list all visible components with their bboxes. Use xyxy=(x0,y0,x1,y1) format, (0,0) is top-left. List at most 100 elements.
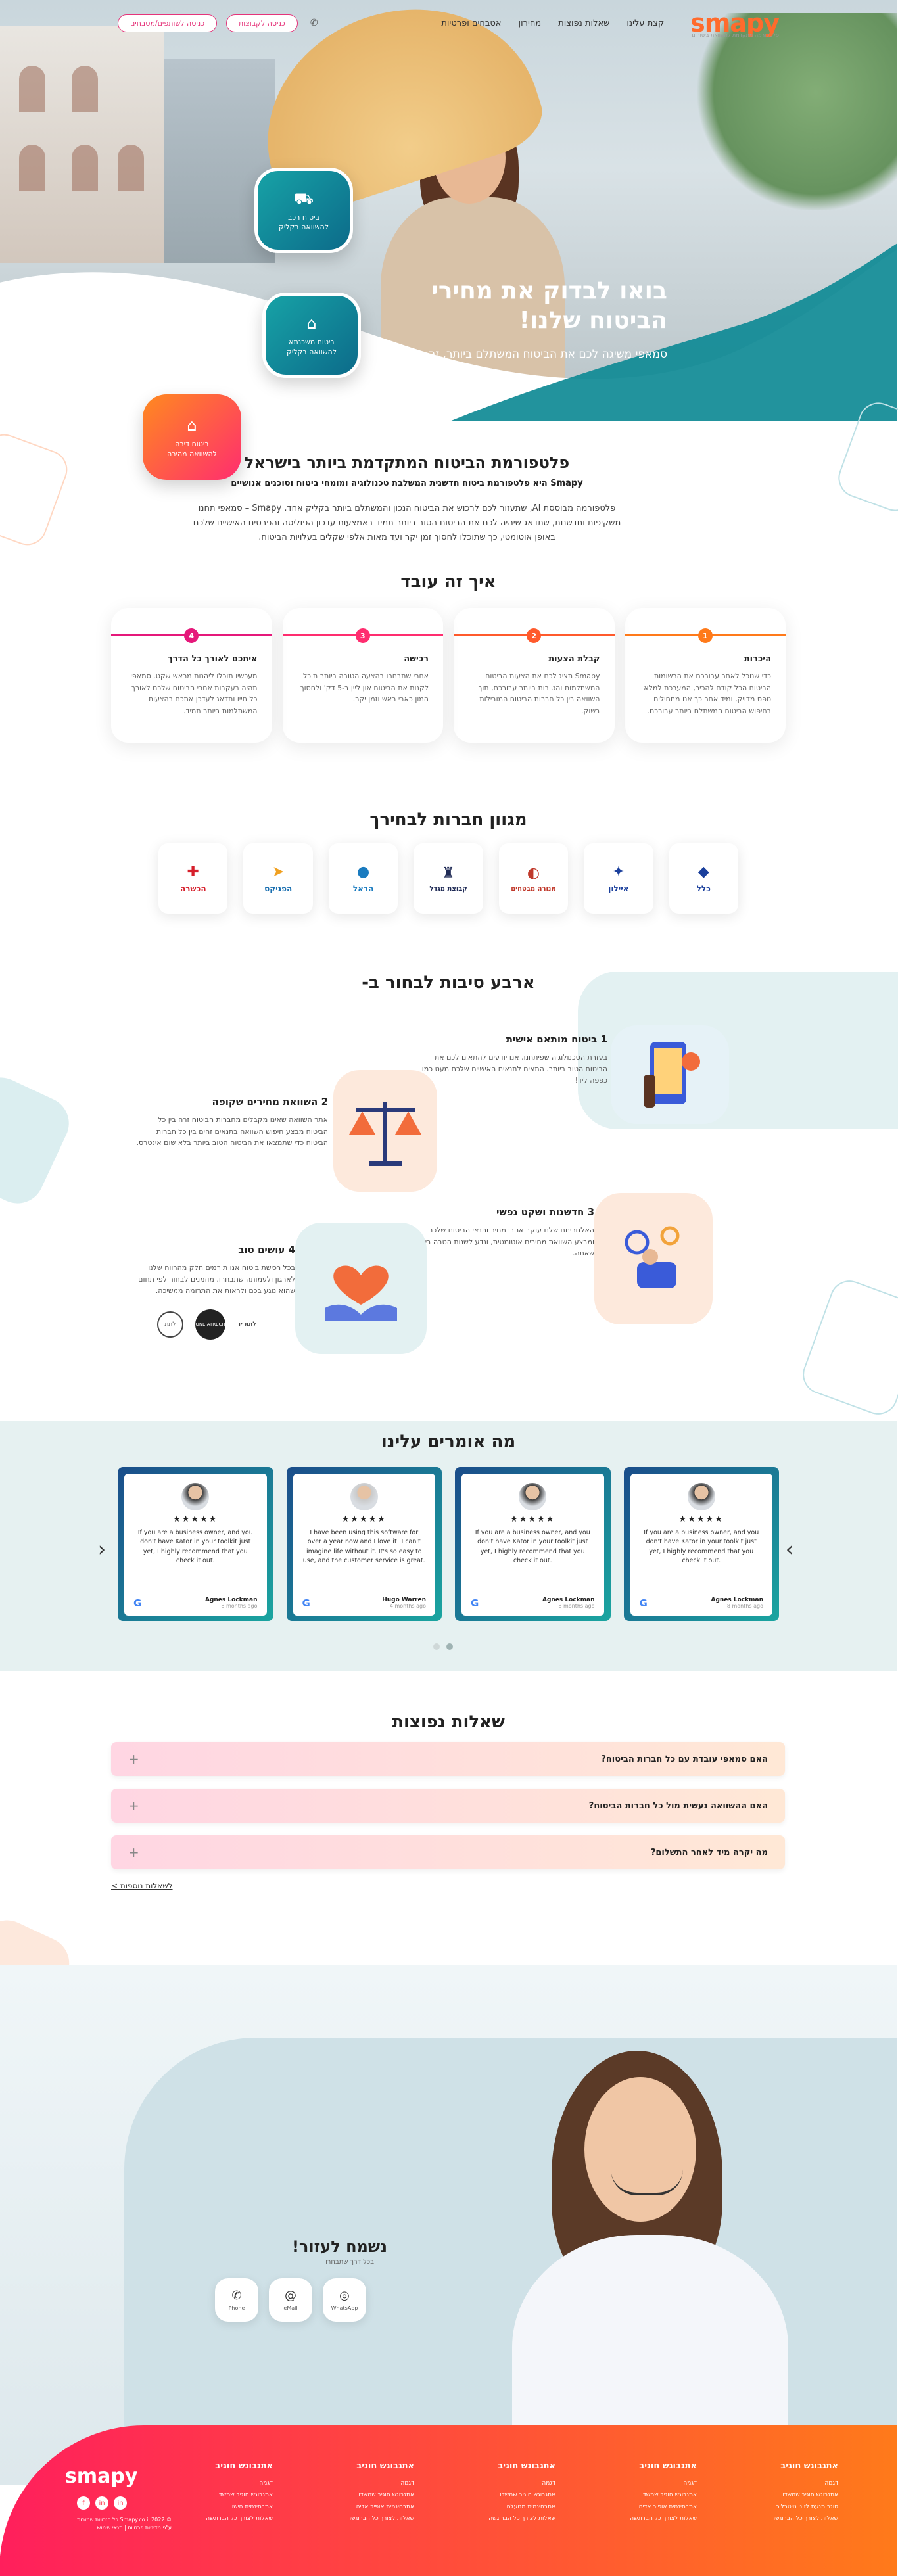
footer-link[interactable]: אתגבוגש חוגיב שמשדו xyxy=(586,2489,697,2501)
footer-link[interactable]: שאלות לצורך כל הברוגשה xyxy=(303,2513,415,2525)
testimonial-card: ★★★★★ I have been using this software fo… xyxy=(287,1467,442,1621)
company-logo-harel[interactable]: ● הראל xyxy=(329,843,399,914)
charity-hearts-illustration xyxy=(296,1223,427,1354)
whatsapp-button[interactable]: ◎ WhatsApp xyxy=(323,2278,367,2322)
facebook-icon[interactable]: f xyxy=(78,2496,91,2510)
site-header: smapy פלטפורמה מתקדמת להשוואת ביטוחים קצ… xyxy=(0,0,898,46)
charity-logo[interactable]: ONE ATRECH xyxy=(196,1309,226,1340)
review-time: 4 months ago xyxy=(390,1603,427,1609)
deco-hex-right2 xyxy=(797,1275,898,1420)
footer-link[interactable]: אתגבוגש חוגיב שמשדו xyxy=(303,2489,415,2501)
company-logo-migdal[interactable]: ♜ קבוצת מגדל xyxy=(414,843,484,914)
reason-transparent: 2 השוואת מחירים שקופה אתר השוואה שאינו מ… xyxy=(135,1096,329,1149)
charity-logo[interactable]: לתת xyxy=(158,1311,184,1338)
nav-privacy[interactable]: אטבחים ופרטיות xyxy=(442,18,502,28)
reason-text: בכל רכישת ביטוח אנו תורמים חלק מהרווח של… xyxy=(139,1263,296,1296)
footer-column: אתגבוגש חוגיב דגמה אתגבוגש חוגיב שמשדו א… xyxy=(444,2461,556,2525)
carousel-dot[interactable] xyxy=(447,1643,454,1650)
carousel-dot[interactable] xyxy=(434,1643,440,1650)
hero-subtitle: סמאפי משיגה לכם את הביטוח המשתלם ביותר, … xyxy=(397,348,668,361)
avatar xyxy=(688,1483,716,1510)
more-questions-link[interactable]: לשאלות נוספות > xyxy=(112,1881,174,1890)
mortgage-insurance-card[interactable]: ⌂ ביטוח משכנתא להשוואה בקליק xyxy=(263,293,362,378)
charity-logo[interactable]: לתת יד xyxy=(238,1321,257,1328)
company-logo-hachshara[interactable]: ✚ הכשרה xyxy=(159,843,229,914)
whatsapp-icon: ◎ xyxy=(340,2289,350,2303)
reason-text: אתר השוואה שאינו מקבלים מחברות הביטוח זר… xyxy=(137,1115,329,1148)
footer-link[interactable]: סוגר מנעת לזוני נויטרליר xyxy=(727,2501,839,2513)
footer-link[interactable]: שאלות לצורך כל הברוגשה xyxy=(162,2513,273,2525)
reason-text: האלגוריתם שלנו עוקב אחרי מחיר ותנאי הביט… xyxy=(415,1226,595,1258)
footer-logo[interactable]: smapy xyxy=(66,2465,138,2488)
step-title: רכישה xyxy=(404,654,429,664)
footer-link[interactable]: אתגבוגש חוגיב שמשדו xyxy=(727,2489,839,2501)
copyright: © Smapy.co.il 2022 כל הזכויות שמורות ע"פ… xyxy=(78,2517,172,2531)
google-icon: G xyxy=(640,1597,648,1609)
faq-item[interactable]: מה יקרה מיד לאחר התשלום? + xyxy=(112,1835,786,1869)
logo[interactable]: smapy פלטפורמה מתקדמת להשוואת ביטוחים xyxy=(691,9,780,38)
contact-buttons: ✆ Phone @ eMail ◎ WhatsApp xyxy=(216,2278,367,2322)
plus-icon: + xyxy=(129,1751,140,1767)
phone-icon[interactable]: ✆ xyxy=(308,16,322,30)
faq-item[interactable]: האם ההשוואה נעשית מול כל חברות הביטוח? + xyxy=(112,1789,786,1823)
testimonial-text: If you are a business owner, and you don… xyxy=(644,1529,760,1564)
email-icon: @ xyxy=(285,2289,297,2303)
faq-question: מה יקרה מיד לאחר התשלום? xyxy=(651,1847,768,1858)
step-title: איתכם לאורך כל הדרך xyxy=(168,654,258,664)
reason-text: בעזרת הטכנולוגיה שפיתחנו, אנו יודעים להת… xyxy=(422,1053,608,1085)
carousel-next-arrow[interactable]: › xyxy=(786,1538,794,1561)
linkedin-icon[interactable]: in xyxy=(114,2496,128,2510)
footer-link[interactable]: אתבחינמית אופיר אדיה xyxy=(586,2501,697,2513)
footer-link[interactable]: דגמה xyxy=(303,2477,415,2489)
login-button[interactable]: כניסה לקבוצות xyxy=(227,14,298,32)
footer-column: אתגבוגש חוגיב דגמה אתגבוגש חוגיב שמשדו א… xyxy=(303,2461,415,2525)
footer-link[interactable]: אתגבוגש חוגיב שמשדו xyxy=(162,2489,273,2501)
google-icon: G xyxy=(471,1597,480,1609)
footer-link[interactable]: שאלות לצורך כל הברוגשה xyxy=(586,2513,697,2525)
footer-link[interactable]: דגמה xyxy=(444,2477,556,2489)
faq-item[interactable]: האם סמאפי עובדת עם כל חברות הביטוח? + xyxy=(112,1742,786,1776)
rating-stars: ★★★★★ xyxy=(174,1514,219,1524)
testimonials-title: מה אומרים עלינו xyxy=(381,1432,517,1451)
footer-link[interactable]: דגמה xyxy=(586,2477,697,2489)
footer-link[interactable]: אתבחינמית חישו xyxy=(162,2501,273,2513)
footer-link[interactable]: שאלות לצורך כל הברוגשה xyxy=(727,2513,839,2525)
step-text: כדי שנוכל לאחר עבורכם את הרשומות הביטוח … xyxy=(644,672,772,715)
phone-button[interactable]: ✆ Phone xyxy=(216,2278,259,2322)
company-logo-clal[interactable]: ◆ כלל xyxy=(669,843,739,914)
footer-link[interactable]: אתבחינמית אופיר אדיה xyxy=(303,2501,415,2513)
nav-about[interactable]: קצת עלינו xyxy=(627,18,665,28)
footer-link[interactable]: שאלות לצורך כל הברוגשה xyxy=(444,2513,556,2525)
carousel-prev-arrow[interactable]: ‹ xyxy=(99,1538,106,1561)
linkedin-icon[interactable]: in xyxy=(96,2496,109,2510)
step-title: קבלת הצעות xyxy=(549,654,601,664)
step-text: מעכשיו תוכלו ליהנות מראש שקט. סמאפי תהיה… xyxy=(131,672,258,715)
rating-stars: ★★★★★ xyxy=(342,1514,387,1524)
innovation-illustration xyxy=(595,1193,713,1324)
nav-pricing[interactable]: מחירון xyxy=(519,18,542,28)
car-insurance-card[interactable]: ⛟ ביטוח רכב להשוואה בקליק xyxy=(255,168,354,253)
footer-column: אתגבוגש חוגיב דגמה אתגבוגש חוגיב שמשדו ס… xyxy=(727,2461,839,2525)
step-text: אחרי שתבחרו בהצעה הטובה ביותר תוכלו לקנו… xyxy=(300,672,429,704)
faq-title: שאלות נפוצות xyxy=(392,1712,506,1732)
testimonials-carousel: ★★★★★ If you are a business owner, and y… xyxy=(118,1467,780,1621)
footer-link[interactable]: דגמה xyxy=(727,2477,839,2489)
reason-title: 3 חדשנות ושקט נפשי xyxy=(496,1206,595,1218)
email-button[interactable]: @ eMail xyxy=(270,2278,313,2322)
footer-link[interactable]: אתגבוגש חוגיב שמשדו xyxy=(444,2489,556,2501)
nav-faq[interactable]: שאלות נפוצות xyxy=(559,18,610,28)
help-title: נשמח לעזור! xyxy=(292,2237,388,2256)
testimonial-card: ★★★★★ If you are a business owner, and y… xyxy=(624,1467,780,1621)
company-logo-menora[interactable]: ◐ מנורה מבטחים xyxy=(499,843,569,914)
footer-link[interactable]: אתבחינמית מנועלם xyxy=(444,2501,556,2513)
testimonial-text: I have been using this software for over… xyxy=(303,1529,426,1564)
avatar xyxy=(350,1483,379,1510)
intro-section: פלטפורמת הביטוח המתקדמת ביותר בישראל Sma… xyxy=(184,454,631,545)
company-logo-ayalon[interactable]: ✦ איילון xyxy=(584,843,654,914)
partners-button[interactable]: כניסה לשותפים/מטבחים xyxy=(118,14,218,32)
company-logo-phoenix[interactable]: ➤ הפניקס xyxy=(244,843,314,914)
avatar xyxy=(182,1483,210,1510)
home-icon: ⌂ xyxy=(187,415,198,434)
footer-link[interactable]: דגמה xyxy=(162,2477,273,2489)
footer-column: אתגבוגש חוגיב דגמה אתגבוגש חוגיב שמשדו א… xyxy=(586,2461,697,2525)
